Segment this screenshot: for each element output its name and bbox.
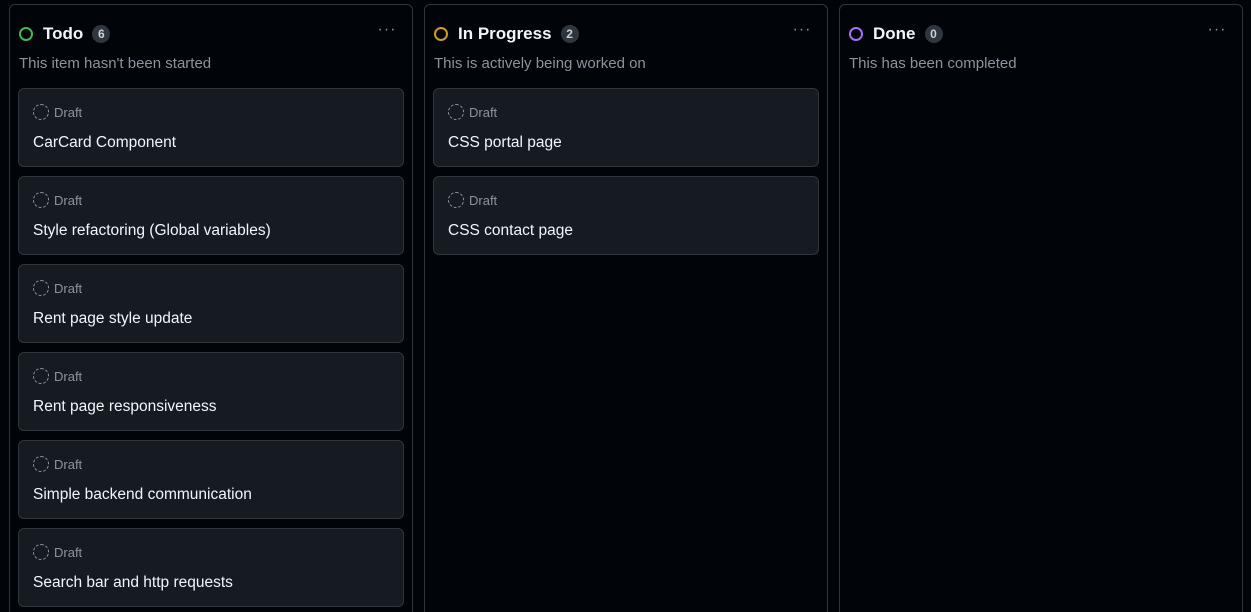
draft-card[interactable]: Draft Style refactoring (Global variable… (18, 176, 404, 255)
card-title[interactable]: Rent page responsiveness (33, 398, 217, 416)
card-meta: Draft (33, 280, 82, 296)
card-list: Draft CarCard Component Draft Style refa… (18, 88, 404, 612)
card-title[interactable]: CarCard Component (33, 134, 176, 152)
item-count-badge: 6 (92, 25, 111, 43)
draft-card[interactable]: Draft CSS portal page (433, 88, 819, 167)
column-header: In Progress 2 ··· (434, 20, 817, 46)
card-list: Draft CSS portal page Draft CSS contact … (433, 88, 819, 264)
card-type-label: Draft (54, 192, 83, 208)
card-type-label: Draft (469, 104, 498, 120)
column-more-options-button[interactable]: ··· (787, 20, 817, 40)
column-description: This is actively being worked on (434, 55, 646, 72)
draft-card[interactable]: Draft Rent page style update (18, 264, 404, 343)
column-todo: Todo 6 ··· This item hasn't been started… (9, 4, 413, 612)
draft-icon (33, 192, 49, 208)
draft-card[interactable]: Draft Search bar and http requests (18, 528, 404, 607)
status-circle-icon (434, 27, 448, 41)
card-meta: Draft (33, 456, 82, 472)
card-type-label: Draft (469, 192, 498, 208)
project-board: Todo 6 ··· This item hasn't been started… (0, 0, 1251, 612)
column-in-progress: In Progress 2 ··· This is actively being… (424, 4, 828, 612)
card-meta: Draft (448, 104, 497, 120)
draft-icon (448, 104, 464, 120)
card-meta: Draft (33, 192, 82, 208)
draft-card[interactable]: Draft Simple backend communication (18, 440, 404, 519)
draft-card[interactable]: Draft CSS contact page (433, 176, 819, 255)
card-type-label: Draft (54, 456, 83, 472)
card-meta: Draft (33, 544, 82, 560)
column-done: Done 0 ··· This has been completed (839, 4, 1243, 612)
column-more-options-button[interactable]: ··· (372, 20, 402, 40)
column-more-options-button[interactable]: ··· (1202, 20, 1232, 40)
column-description: This item hasn't been started (19, 55, 212, 72)
card-meta: Draft (33, 104, 82, 120)
card-title[interactable]: Search bar and http requests (33, 574, 233, 592)
card-meta: Draft (448, 192, 497, 208)
draft-icon (33, 280, 49, 296)
card-type-label: Draft (54, 368, 83, 384)
status-circle-icon (849, 27, 863, 41)
card-meta: Draft (33, 368, 82, 384)
column-title: Todo (43, 24, 84, 43)
card-title[interactable]: Simple backend communication (33, 486, 252, 504)
column-header: Todo 6 ··· (19, 20, 402, 46)
card-title[interactable]: Rent page style update (33, 310, 192, 328)
column-header: Done 0 ··· (849, 20, 1232, 46)
card-title[interactable]: CSS portal page (448, 134, 562, 152)
status-circle-icon (19, 27, 33, 41)
card-type-label: Draft (54, 280, 83, 296)
draft-icon (448, 192, 464, 208)
column-description: This has been completed (849, 55, 1017, 72)
card-title[interactable]: Style refactoring (Global variables) (33, 222, 271, 240)
card-type-label: Draft (54, 544, 83, 560)
draft-icon (33, 544, 49, 560)
item-count-badge: 0 (924, 25, 943, 43)
draft-card[interactable]: Draft CarCard Component (18, 88, 404, 167)
card-type-label: Draft (54, 104, 83, 120)
draft-icon (33, 104, 49, 120)
draft-icon (33, 368, 49, 384)
card-title[interactable]: CSS contact page (448, 222, 573, 240)
item-count-badge: 2 (560, 25, 579, 43)
draft-card[interactable]: Draft Rent page responsiveness (18, 352, 404, 431)
column-title: In Progress (458, 24, 552, 43)
draft-icon (33, 456, 49, 472)
column-title: Done (873, 24, 916, 43)
